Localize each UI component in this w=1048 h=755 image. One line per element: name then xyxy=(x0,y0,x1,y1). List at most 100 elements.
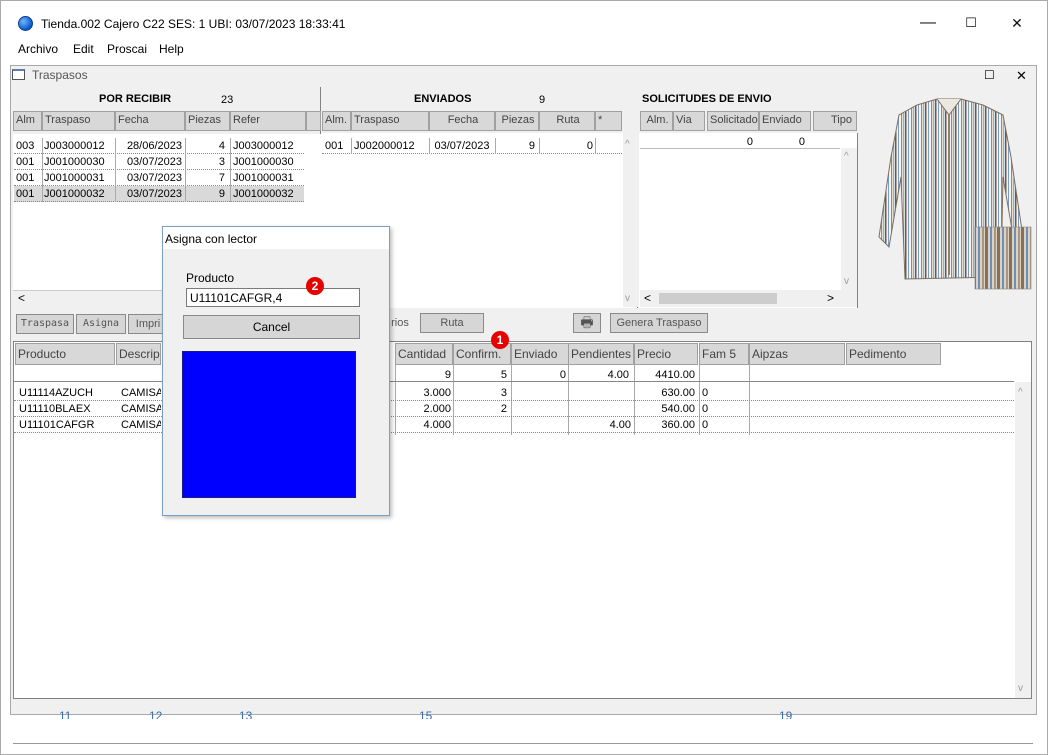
ruta-button[interactable]: Ruta xyxy=(420,313,484,333)
sol-col-tipo[interactable]: Tipo xyxy=(813,111,857,131)
window-title: Tienda.002 Cajero C22 SES: 1 UBI: 03/07/… xyxy=(41,17,346,31)
scroll-left-icon[interactable]: < xyxy=(18,291,25,305)
col-divider xyxy=(115,154,116,170)
producto-label: Producto xyxy=(186,271,235,285)
table-cell: 4.000 xyxy=(423,419,451,431)
col-divider xyxy=(42,170,43,186)
env-cell: J002000012 xyxy=(354,140,415,152)
col-cantidad[interactable]: Cantidad xyxy=(395,343,453,365)
menu-archivo[interactable]: Archivo xyxy=(18,42,58,56)
table-cell xyxy=(569,386,631,401)
env-col-fecha[interactable]: Fecha xyxy=(429,111,495,131)
col-piezas[interactable]: Piezas xyxy=(185,111,230,131)
env-cell: 9 xyxy=(528,140,535,152)
total-pendientes: 4.00 xyxy=(607,369,629,381)
col-divider xyxy=(230,186,231,202)
minimize-button[interactable]: — xyxy=(905,9,951,37)
step-badge-2: 2 xyxy=(306,277,324,295)
enviados-vscroll[interactable] xyxy=(623,133,638,307)
sol-col-solicitado[interactable]: Solicitado xyxy=(707,111,759,131)
menu-proscai[interactable]: Proscai xyxy=(107,42,147,56)
col-pedimento[interactable]: Pedimento xyxy=(846,343,941,365)
traspasa-button[interactable]: Traspasa xyxy=(16,314,74,334)
table-cell: CAMISA xyxy=(121,387,161,399)
table-cell xyxy=(453,418,507,433)
table-cell: 3 xyxy=(500,387,507,399)
scroll-left-icon[interactable]: < xyxy=(644,291,651,305)
col-producto[interactable]: Producto xyxy=(15,343,115,365)
producto-input[interactable] xyxy=(186,288,360,307)
table-cell: CAMISA xyxy=(121,403,161,415)
asigna-button[interactable]: Asigna xyxy=(76,314,126,334)
env-col-alm[interactable]: Alm. xyxy=(322,111,351,131)
menu-help[interactable]: Help xyxy=(159,42,184,56)
maximize-button[interactable]: ☐ xyxy=(948,9,994,37)
scroll-down-icon[interactable]: v xyxy=(625,293,630,304)
footer-number: 13 xyxy=(239,709,253,719)
col-pendientes[interactable]: Pendientes xyxy=(568,343,634,365)
table-cell: 001 xyxy=(16,156,35,168)
col-precio[interactable]: Precio xyxy=(634,343,698,365)
col-traspaso[interactable]: Traspaso xyxy=(42,111,115,131)
table-cell: 7 xyxy=(218,172,225,184)
cancel-button[interactable]: Cancel xyxy=(183,315,360,339)
table-cell: 9 xyxy=(218,188,225,200)
close-button[interactable]: ✕ xyxy=(994,9,1040,37)
table-cell: J001000031 xyxy=(233,172,294,184)
child-maximize-button[interactable]: ☐ xyxy=(984,68,995,82)
sol-col-alm[interactable]: Alm. xyxy=(640,111,673,131)
col-divider xyxy=(185,186,186,202)
table-cell: 2.000 xyxy=(423,403,451,415)
total-cantidad: 9 xyxy=(444,369,451,381)
table-cell: 03/07/2023 xyxy=(126,188,182,200)
col-aipzas[interactable]: Aipzas xyxy=(749,343,845,365)
printer-icon[interactable]: 🖶 xyxy=(573,313,601,333)
col-fam5[interactable]: Fam 5 xyxy=(699,343,749,365)
por-recibir-hscroll[interactable] xyxy=(13,290,163,307)
env-col-traspaso[interactable]: Traspaso xyxy=(351,111,429,131)
table-cell: 540.00 xyxy=(661,403,695,415)
col-divider xyxy=(230,138,231,154)
col-divider xyxy=(42,186,43,202)
sol-col-via[interactable]: Via xyxy=(673,111,705,131)
footer-number: 11 xyxy=(59,709,72,719)
scroll-right-icon[interactable]: > xyxy=(827,291,834,305)
solicitudes-vscroll[interactable] xyxy=(841,148,857,290)
genera-traspaso-button[interactable]: Genera Traspaso xyxy=(610,313,708,333)
detail-vscroll[interactable] xyxy=(1015,382,1031,698)
table-cell: 2 xyxy=(500,403,507,415)
scroll-thumb[interactable] xyxy=(659,293,777,304)
col-descripcion[interactable]: Descripc xyxy=(116,343,161,365)
sol-col-enviado[interactable]: Enviado xyxy=(759,111,811,131)
env-col-ruta[interactable]: Ruta xyxy=(539,111,595,131)
env-col-star[interactable]: * xyxy=(595,111,622,131)
table-cell: 3.000 xyxy=(423,387,451,399)
scroll-down-icon[interactable]: v xyxy=(844,276,849,287)
traspasos-title: Traspasos xyxy=(32,68,88,82)
env-col-piezas[interactable]: Piezas xyxy=(495,111,539,131)
main-window: Tienda.002 Cajero C22 SES: 1 UBI: 03/07/… xyxy=(0,0,1048,755)
table-cell: 630.00 xyxy=(661,387,695,399)
por-recibir-header: POR RECIBIR xyxy=(99,93,172,105)
table-cell: J001000030 xyxy=(44,156,105,168)
table-cell: J001000031 xyxy=(44,172,105,184)
col-enviado[interactable]: Enviado xyxy=(511,343,569,365)
col-fecha[interactable]: Fecha xyxy=(115,111,185,131)
scroll-down-icon[interactable]: v xyxy=(1018,683,1023,694)
scroll-up-icon[interactable]: ^ xyxy=(625,139,630,150)
col-alm[interactable]: Alm xyxy=(13,111,42,131)
col-refer[interactable]: Refer xyxy=(230,111,306,131)
scroll-up-icon[interactable]: ^ xyxy=(844,151,849,162)
step-badge-1: 1 xyxy=(491,331,509,349)
col-divider xyxy=(230,170,231,186)
col-divider xyxy=(185,138,186,154)
col-divider xyxy=(42,154,43,170)
color-swatch xyxy=(182,351,356,498)
table-cell: J001000030 xyxy=(233,156,294,168)
child-close-button[interactable]: ✕ xyxy=(1016,68,1027,84)
scroll-up-icon[interactable]: ^ xyxy=(1018,387,1023,398)
total-enviado: 0 xyxy=(559,369,566,381)
footer-number: 19 xyxy=(779,709,793,719)
menu-edit[interactable]: Edit xyxy=(73,42,94,56)
table-cell: 03/07/2023 xyxy=(126,172,182,184)
